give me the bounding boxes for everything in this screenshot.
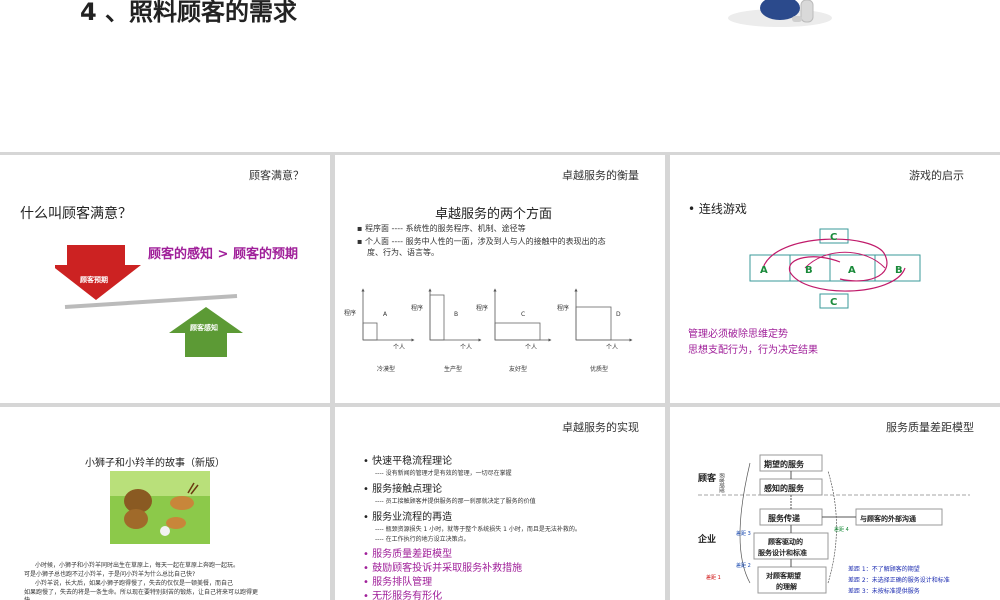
- gap-1-tag: 差距 1: [706, 574, 721, 581]
- slide-game-insight: 游戏的启示 • 连线游戏 C A B A B C 管理必须破除思维定势 思想支配…: [670, 155, 1000, 403]
- slide-header: 卓越服务的实现: [562, 421, 639, 434]
- chart-ylabel: 程序: [476, 304, 488, 312]
- box-design-standards-1: 顾客驱动的: [768, 537, 803, 546]
- story-paragraph-2c: 快。: [24, 595, 36, 600]
- cell-c-top: C: [830, 232, 837, 243]
- company-label: 企业: [697, 533, 716, 545]
- box-expected-service: 期望的服务: [764, 459, 805, 469]
- bullet-marker: •: [363, 456, 373, 467]
- chart-letter: C: [521, 311, 525, 318]
- top-slide-title: 4 、照料顾客的需求: [80, 0, 298, 26]
- chart-letter: B: [454, 311, 458, 318]
- item-tangible-service: • 无形服务有形化: [363, 591, 443, 600]
- gap-model-diagram: 顾客 企业 顾客期望 期望的服务 感知的服务 服务传递 顾客驱动的 服务设计和标…: [697, 454, 970, 595]
- slide-gap-model: 服务质量差距模型 顾客 企业 顾客期望 期望的服务 感知的服务 服务传递 顾客驱…: [670, 407, 1000, 600]
- chart-xlabel: 个人: [460, 344, 472, 351]
- legend-gap-3: 差距 3：未按标准提供服务: [848, 587, 920, 595]
- slide-header: 顾客满意？: [249, 169, 304, 182]
- connect-game-diagram: C A B A B C: [749, 228, 921, 309]
- top-slide: 4 、照料顾客的需求: [0, 0, 1000, 152]
- chart-xlabel: 个人: [393, 344, 405, 351]
- chart-ylabel: 程序: [411, 304, 423, 312]
- cell-b-2: B: [895, 265, 903, 276]
- up-arrow-label: 顾客感知: [190, 324, 218, 332]
- box-design-standards-2: 服务设计和标准: [758, 548, 807, 557]
- item-fast-process: • 快速平稳流程理论: [363, 456, 453, 467]
- bullet-marker: •: [688, 202, 699, 216]
- slide-lion-gazelle-story: 小狮子和小羚羊的故事（新版） 小时候，小狮子和小羚羊同时出生在草原上，每天一起在…: [0, 407, 330, 600]
- box-understanding-2: 的理解: [776, 582, 797, 591]
- bullet-marker: ▪: [357, 237, 365, 246]
- slide-title: 卓越服务的两个方面: [435, 207, 553, 222]
- chart-ylabel: 程序: [344, 309, 356, 317]
- slide-excellence-realization: 卓越服务的实现 • 快速平稳流程理论 ---- 没有新闻的管理才是有效的管理，一…: [335, 407, 665, 600]
- item-process-reengineering: • 服务业流程的再造: [363, 512, 453, 523]
- bullet-marker: ▪: [357, 224, 365, 233]
- chart-name: 优质型: [590, 365, 608, 373]
- vertical-label: 顾客期望: [718, 473, 725, 493]
- chart-name: 友好型: [509, 365, 527, 373]
- chart-xlabel: 个人: [525, 344, 537, 351]
- item-reengineering-sub-1: ---- 瓶颈资源损失 1 小时，就等于整个系统损失 1 小时，而且是无法补救的…: [375, 526, 581, 533]
- bullet-game: • 连线游戏: [688, 202, 747, 216]
- slide-header: 游戏的启示: [909, 169, 964, 182]
- item-reengineering-sub-2: ---- 在工作执行的地方设立决策点。: [375, 536, 470, 543]
- box-understanding-1: 对顾客期望: [766, 571, 801, 580]
- chart-c: 程序 C 个人 友好型: [476, 288, 552, 373]
- bullet-marker: •: [363, 512, 373, 523]
- chart-letter: A: [383, 311, 388, 318]
- item-queue-management: • 服务排队管理: [363, 577, 433, 588]
- cell-a-1: A: [760, 265, 768, 276]
- chart-name: 生产型: [444, 365, 462, 373]
- chart-name: 冷漠型: [377, 365, 395, 373]
- box-perceived-service: 感知的服务: [764, 483, 805, 493]
- slide-excellence-measure: 卓越服务的衡量 卓越服务的两个方面 ▪ 程序面 ---- 系统性的服务程序、机制…: [335, 155, 665, 403]
- legend-gap-1: 差距 1：不了解顾客的期望: [848, 565, 920, 573]
- insight-line-1: 管理必须破除思维定势: [688, 329, 788, 340]
- chart-ylabel: 程序: [557, 304, 569, 312]
- item-fast-process-sub: ---- 没有新闻的管理才是有效的管理，一切尽在掌握: [375, 470, 512, 477]
- box-external-communication: 与顾客的外部沟通: [860, 514, 917, 523]
- story-paragraph-2b: 如果跑慢了，失去的将是一条生命。所以现在要特别刻苦的锻炼，让自己将来可以跑得更: [24, 589, 259, 596]
- slide-customer-satisfaction: 顾客满意？ 什么叫顾客满意？ 顾客的感知 > 顾客的预期 顾客预期 顾客感知: [0, 155, 330, 403]
- chart-a: 程序 A 个人 冷漠型: [344, 288, 415, 373]
- lion-gazelle-image: [110, 471, 210, 544]
- figure-illustration: [728, 0, 832, 27]
- item-complaints: • 鼓励顾客投诉并采取服务补救措施: [363, 563, 523, 574]
- story-paragraph-1a: 小时候，小狮子和小羚羊同时出生在草原上，每天一起在草原上奔跑一起玩。: [35, 562, 240, 569]
- item-contact-point: • 服务接触点理论: [363, 484, 443, 495]
- chart-letter: D: [616, 311, 621, 318]
- service-type-charts: 程序 A 个人 冷漠型 程序 B 个人 生产型 程序 C 个人 友好型 程序 D…: [344, 288, 633, 373]
- chart-xlabel: 个人: [606, 344, 618, 351]
- insight-line-2: 思想支配行为，行为决定结果: [688, 345, 818, 356]
- bullet-marker: •: [363, 591, 373, 600]
- box-service-delivery: 服务传递: [768, 513, 800, 523]
- down-arrow-label: 顾客预期: [80, 276, 108, 284]
- bullet-marker: •: [363, 484, 373, 495]
- chart-b: 程序 B 个人 生产型: [411, 288, 482, 373]
- legend-gap-2: 差距 2：未选择正确的服务设计和标准: [848, 576, 950, 584]
- item-contact-point-sub: ---- 员工接触顾客并提供服务的那一刹那就决定了服务的价值: [375, 498, 536, 505]
- bullet-personal-cont: 度、行为、语言等。: [367, 248, 439, 257]
- customer-label: 顾客: [698, 472, 717, 484]
- story-paragraph-2a: 小羚羊说，长大后，如果小狮子跑得慢了，失去的仅仅是一顿美餐，而自己: [35, 580, 234, 587]
- chart-d: 程序 D 个人 优质型: [557, 288, 633, 373]
- bullet-personal: ▪ 个人面 ---- 服务中人性的一面，涉及到人与人的接触中的表现出的态: [357, 237, 606, 246]
- item-gap-model: • 服务质量差距模型: [363, 549, 453, 560]
- gap-4-tag: 差距 4: [834, 526, 849, 533]
- balance-diagram: [55, 245, 243, 357]
- gap-2-tag: 差距 2: [736, 562, 751, 569]
- bullet-procedure: ▪ 程序面 ---- 系统性的服务程序、机制、途径等: [357, 224, 526, 233]
- question-text: 什么叫顾客满意？: [20, 206, 132, 222]
- cell-c-bottom: C: [830, 297, 837, 308]
- story-title: 小狮子和小羚羊的故事（新版）: [85, 458, 225, 469]
- gap-3-tag: 差距 3: [736, 530, 751, 537]
- cell-b-1: B: [805, 265, 813, 276]
- story-paragraph-1b: 可是小狮子总也跑不过小羚羊，于是问小羚羊为什么总比自己快?: [24, 571, 196, 578]
- cell-a-2: A: [848, 265, 856, 276]
- slide-header: 卓越服务的衡量: [562, 169, 639, 182]
